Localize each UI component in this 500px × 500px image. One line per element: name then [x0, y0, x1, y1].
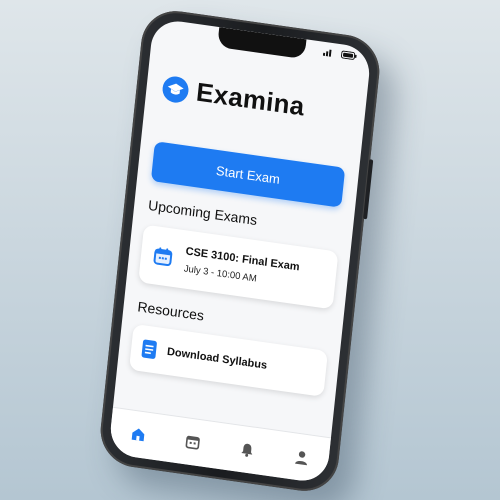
calendar-icon: [185, 435, 200, 450]
phone-mockup: Examina Start Exam Upcoming Exams CSE 31…: [97, 6, 383, 496]
tab-notifications[interactable]: [233, 435, 261, 464]
upcoming-exams-heading: Upcoming Exams: [147, 196, 258, 229]
calendar-icon: [140, 243, 186, 269]
signal-icon: [322, 48, 336, 60]
resources-heading: Resources: [136, 298, 205, 324]
graduation-cap-icon: [161, 74, 190, 104]
profile-icon: [294, 451, 307, 466]
tab-profile[interactable]: [287, 443, 315, 472]
upcoming-exam-card[interactable]: CSE 3100: Final Exam July 3 - 10:00 AM: [138, 224, 339, 310]
app-header: Examina: [161, 72, 306, 123]
app-screen: Examina Start Exam Upcoming Exams CSE 31…: [108, 17, 372, 485]
app-title: Examina: [194, 76, 307, 122]
tab-home[interactable]: [124, 420, 152, 449]
download-syllabus-card[interactable]: Download Syllabus: [128, 323, 329, 397]
exam-info: CSE 3100: Final Exam July 3 - 10:00 AM: [183, 245, 300, 290]
battery-icon: [340, 50, 357, 62]
start-exam-button[interactable]: Start Exam: [150, 141, 346, 208]
home-icon: [131, 428, 144, 442]
resource-label: Download Syllabus: [166, 345, 268, 372]
bell-icon: [240, 443, 252, 457]
tab-calendar[interactable]: [178, 427, 206, 456]
document-icon: [130, 337, 168, 362]
